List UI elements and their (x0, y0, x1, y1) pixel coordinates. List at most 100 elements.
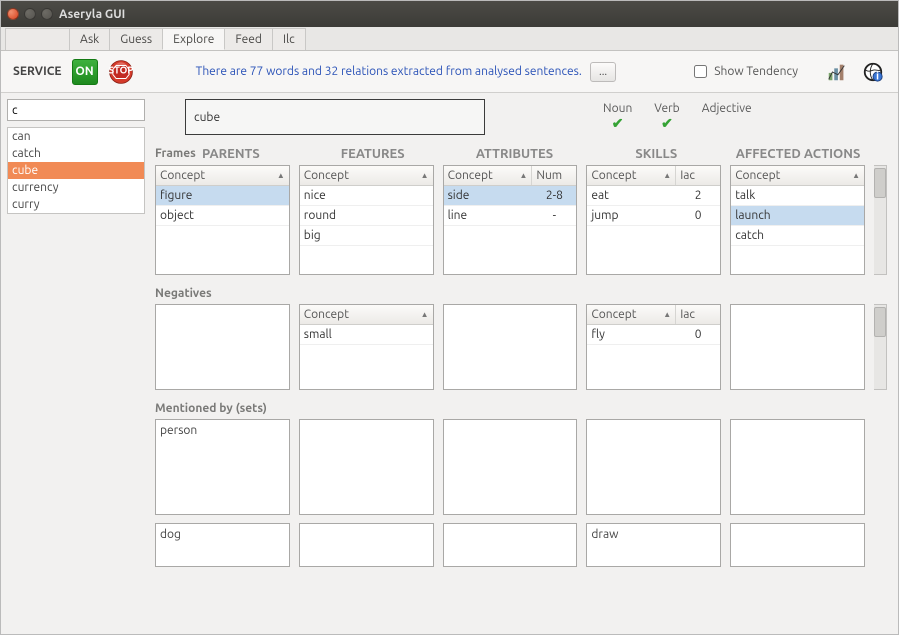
table-header[interactable]: Concept ▲ (300, 305, 433, 325)
window-controls (7, 8, 53, 20)
table-header[interactable]: Concept▲ Num (444, 166, 577, 186)
table-row[interactable]: small (300, 325, 433, 345)
neg-attributes-table (443, 304, 578, 390)
mention-box[interactable]: person (155, 419, 290, 515)
cell: launch (731, 206, 864, 225)
list-item[interactable]: curry (8, 196, 144, 213)
cell: big (300, 226, 433, 245)
status-more-button[interactable]: ... (590, 62, 616, 82)
table-header[interactable]: Concept▲ Iac (587, 305, 720, 325)
app-window: Aseryla GUI Ask Guess Explore Feed Ilc S… (0, 0, 899, 635)
table-row[interactable]: talk (731, 186, 864, 206)
mention-text: person (160, 424, 197, 437)
sort-icon: ▲ (421, 310, 429, 319)
spacer (874, 523, 888, 573)
table-row[interactable]: round (300, 206, 433, 226)
th-label: Concept (304, 169, 349, 182)
th-label: Concept (448, 169, 493, 182)
service-stop-button[interactable]: STOP (108, 59, 134, 85)
table-row[interactable]: nice (300, 186, 433, 206)
col-head-parents: PARENTS (165, 147, 297, 161)
svg-text:STOP: STOP (108, 64, 133, 75)
th-label: Concept (304, 308, 349, 321)
mention-box[interactable]: draw (586, 523, 721, 567)
features-table: Concept▲ nice round big (299, 165, 434, 275)
search-input[interactable] (7, 99, 145, 121)
mention-box[interactable] (730, 419, 865, 515)
tab-ilc[interactable]: Ilc (272, 28, 306, 50)
cell: 2 (676, 186, 720, 205)
service-on-button[interactable]: ON (72, 59, 98, 85)
tab-label: Guess (120, 33, 152, 46)
tab-guess[interactable]: Guess (109, 28, 163, 50)
sort-icon: ▲ (519, 171, 527, 180)
th-label: Concept (160, 169, 205, 182)
mention-box[interactable] (299, 419, 434, 515)
mention-box[interactable] (586, 419, 721, 515)
mentioned-label: Mentioned by (sets) (155, 402, 888, 415)
cell: side (444, 186, 533, 205)
cell: catch (731, 226, 864, 245)
table-header[interactable]: Concept ▲ (731, 166, 864, 186)
negatives-row: Concept ▲ small Concept▲ Iac fly0 (155, 304, 888, 390)
row-scrollbar[interactable] (874, 304, 888, 390)
titlebar: Aseryla GUI (1, 1, 898, 27)
show-tendency-label: Show Tendency (714, 65, 798, 78)
neg-skills-table: Concept▲ Iac fly0 (586, 304, 721, 390)
mention-box[interactable] (443, 523, 578, 567)
th-label: Concept (735, 169, 780, 182)
mention-box[interactable] (299, 523, 434, 567)
table-row[interactable]: side2-8 (444, 186, 577, 206)
cell: 0 (676, 206, 720, 225)
window-minimize-icon[interactable] (24, 8, 36, 20)
table-row[interactable]: launch (731, 206, 864, 226)
table-row[interactable]: big (300, 226, 433, 246)
tab-ask[interactable]: Ask (69, 28, 110, 50)
pos-verb: Verb ✔ (654, 102, 679, 132)
cell: object (156, 206, 289, 225)
table-row[interactable]: jump0 (587, 206, 720, 226)
globe-icon[interactable]: i (860, 59, 886, 85)
table-header[interactable]: Concept▲ Iac (587, 166, 720, 186)
skills-table: Concept▲ Iac eat2 jump0 (586, 165, 721, 275)
tab-feed[interactable]: Feed (224, 28, 273, 50)
neg-features-table: Concept ▲ small (299, 304, 434, 390)
current-word-box: cube (185, 99, 485, 135)
list-item[interactable]: can (8, 128, 144, 145)
neg-parents-table (155, 304, 290, 390)
table-row[interactable]: object (156, 206, 289, 226)
pos-label: Verb (654, 102, 679, 115)
window-maximize-icon[interactable] (41, 8, 53, 20)
status-text-label: There are 77 words and 32 relations extr… (196, 65, 582, 78)
stop-icon: STOP (108, 59, 134, 85)
toolbar: SERVICE ON STOP There are 77 words and 3… (1, 51, 898, 93)
row-scrollbar[interactable] (874, 165, 888, 275)
list-item[interactable]: currency (8, 179, 144, 196)
table-header[interactable]: Concept▲ (300, 166, 433, 186)
show-tendency-checkbox[interactable] (694, 65, 707, 78)
table-row[interactable]: catch (731, 226, 864, 246)
current-word: cube (194, 111, 220, 124)
list-item[interactable]: cube (8, 162, 144, 179)
chart-icon[interactable] (824, 59, 850, 85)
list-item[interactable]: catch (8, 145, 144, 162)
cell: line (444, 206, 533, 225)
tab-explore[interactable]: Explore (162, 28, 225, 50)
sort-icon: ▲ (852, 171, 860, 180)
mention-box[interactable] (730, 523, 865, 567)
table-header[interactable]: Concept▲ (156, 166, 289, 186)
table-row[interactable]: line- (444, 206, 577, 226)
table-row[interactable]: fly0 (587, 325, 720, 345)
tab-blank[interactable] (5, 28, 70, 50)
table-row[interactable]: figure (156, 186, 289, 206)
content-area: can catch cube currency curry cube Noun … (1, 93, 898, 634)
window-close-icon[interactable] (7, 8, 19, 20)
mention-box[interactable]: dog (155, 523, 290, 567)
col-head-skills: SKILLS (590, 147, 722, 161)
on-label: ON (75, 65, 93, 78)
parents-table: Concept▲ figure object (155, 165, 290, 275)
column-headers: Frames PARENTS FEATURES ATTRIBUTES SKILL… (155, 147, 888, 161)
table-row[interactable]: eat2 (587, 186, 720, 206)
show-tendency-toggle[interactable]: Show Tendency (690, 62, 798, 81)
mention-box[interactable] (443, 419, 578, 515)
